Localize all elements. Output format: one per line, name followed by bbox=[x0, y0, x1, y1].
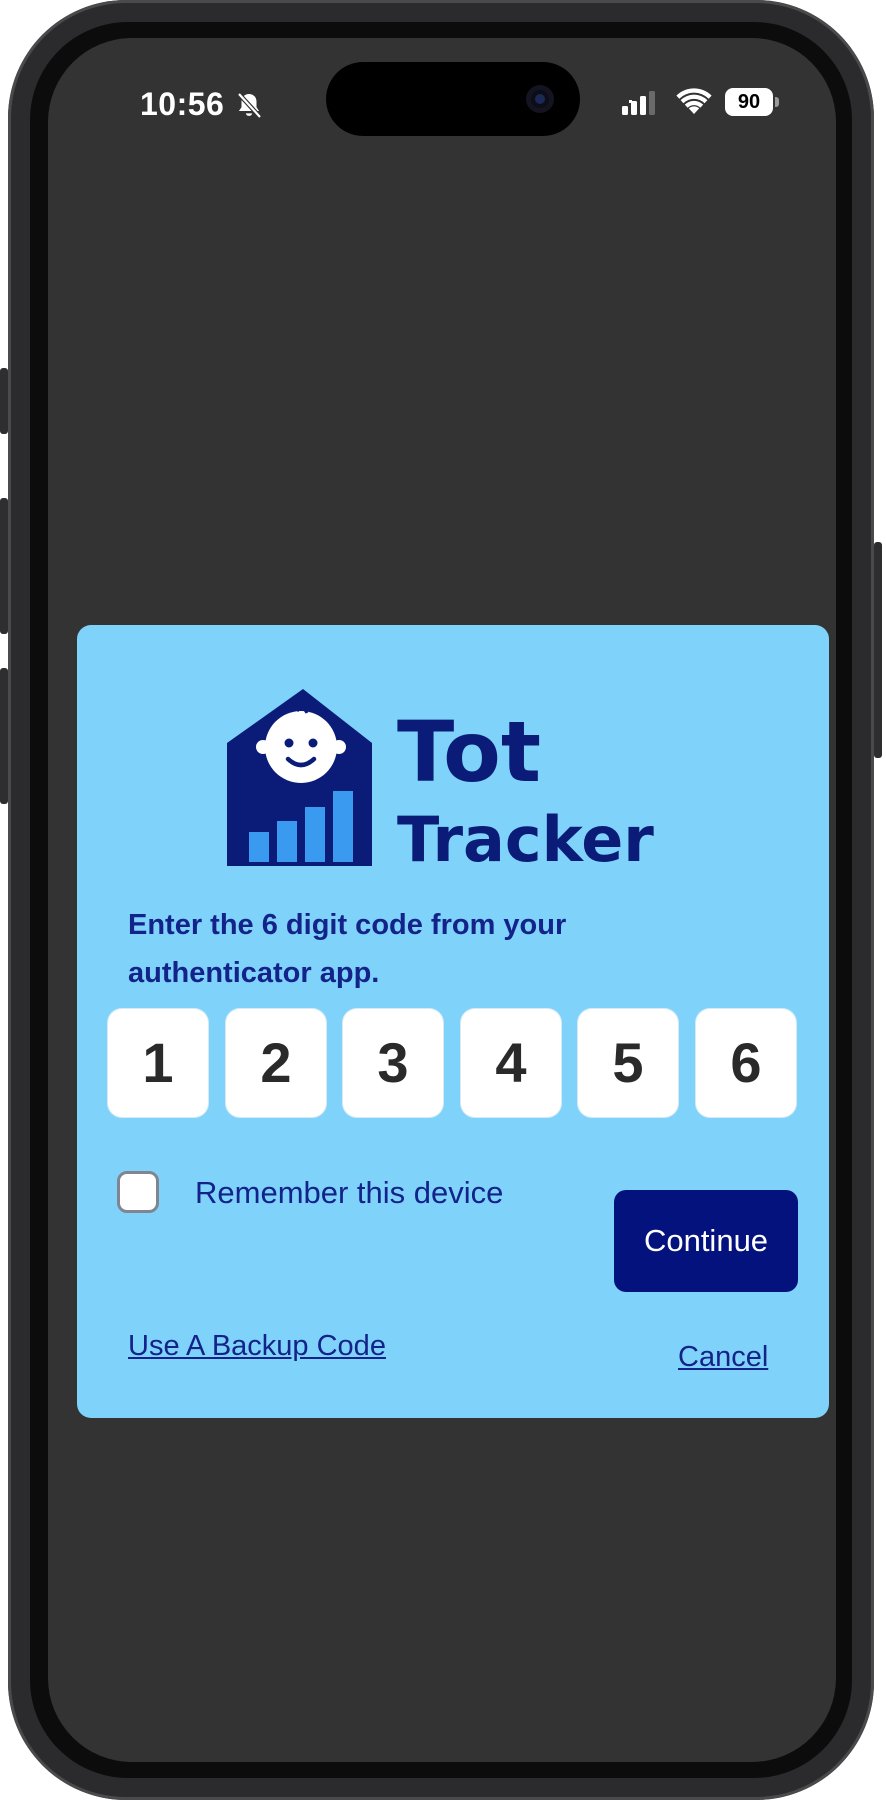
chart-bar-icon bbox=[249, 832, 269, 862]
continue-button[interactable]: Continue bbox=[614, 1190, 798, 1292]
volume-down-button bbox=[0, 668, 8, 804]
cancel-link[interactable]: Cancel bbox=[678, 1341, 768, 1374]
code-digit-2[interactable]: 2 bbox=[226, 1009, 326, 1117]
wifi-icon bbox=[676, 88, 712, 114]
cellular-signal-icon bbox=[622, 91, 655, 115]
dynamic-island bbox=[326, 62, 580, 136]
code-digit-3[interactable]: 3 bbox=[343, 1009, 443, 1117]
code-input-group: 1 2 3 4 5 6 bbox=[108, 1009, 798, 1119]
battery-icon: 90 bbox=[725, 88, 773, 116]
camera-icon bbox=[526, 85, 554, 113]
tot-tracker-logo: Tot Tracker bbox=[227, 689, 654, 866]
battery-tip bbox=[775, 97, 779, 107]
instructions-text: Enter the 6 digit code from your authent… bbox=[128, 909, 567, 989]
logo-line1: Tot bbox=[397, 703, 541, 801]
status-time: 10:56 bbox=[140, 86, 225, 122]
phone-frame: 10:56 90 Tot Tracker Enter the 6 digit c… bbox=[0, 0, 882, 1800]
code-digit-5[interactable]: 5 bbox=[578, 1009, 678, 1117]
logo-line2: Tracker bbox=[397, 803, 654, 866]
volume-up-button bbox=[0, 498, 8, 634]
code-digit-1[interactable]: 1 bbox=[108, 1009, 208, 1117]
status-bar: 10:56 90 bbox=[48, 38, 836, 148]
two-factor-dialog: Tot Tracker Enter the 6 digit code from … bbox=[77, 625, 829, 1418]
phone-screen: 10:56 90 Tot Tracker Enter the 6 digit c… bbox=[48, 38, 836, 1762]
code-digit-4[interactable]: 4 bbox=[461, 1009, 561, 1117]
remember-device-label[interactable]: Remember this device bbox=[195, 1175, 503, 1211]
use-backup-code-link[interactable]: Use A Backup Code bbox=[128, 1330, 386, 1363]
code-digit-6[interactable]: 6 bbox=[696, 1009, 796, 1117]
remember-device-checkbox[interactable] bbox=[117, 1171, 159, 1213]
baby-face-icon bbox=[265, 711, 337, 783]
action-button bbox=[0, 368, 8, 434]
bell-slash-icon bbox=[237, 92, 262, 119]
power-button bbox=[874, 542, 882, 758]
